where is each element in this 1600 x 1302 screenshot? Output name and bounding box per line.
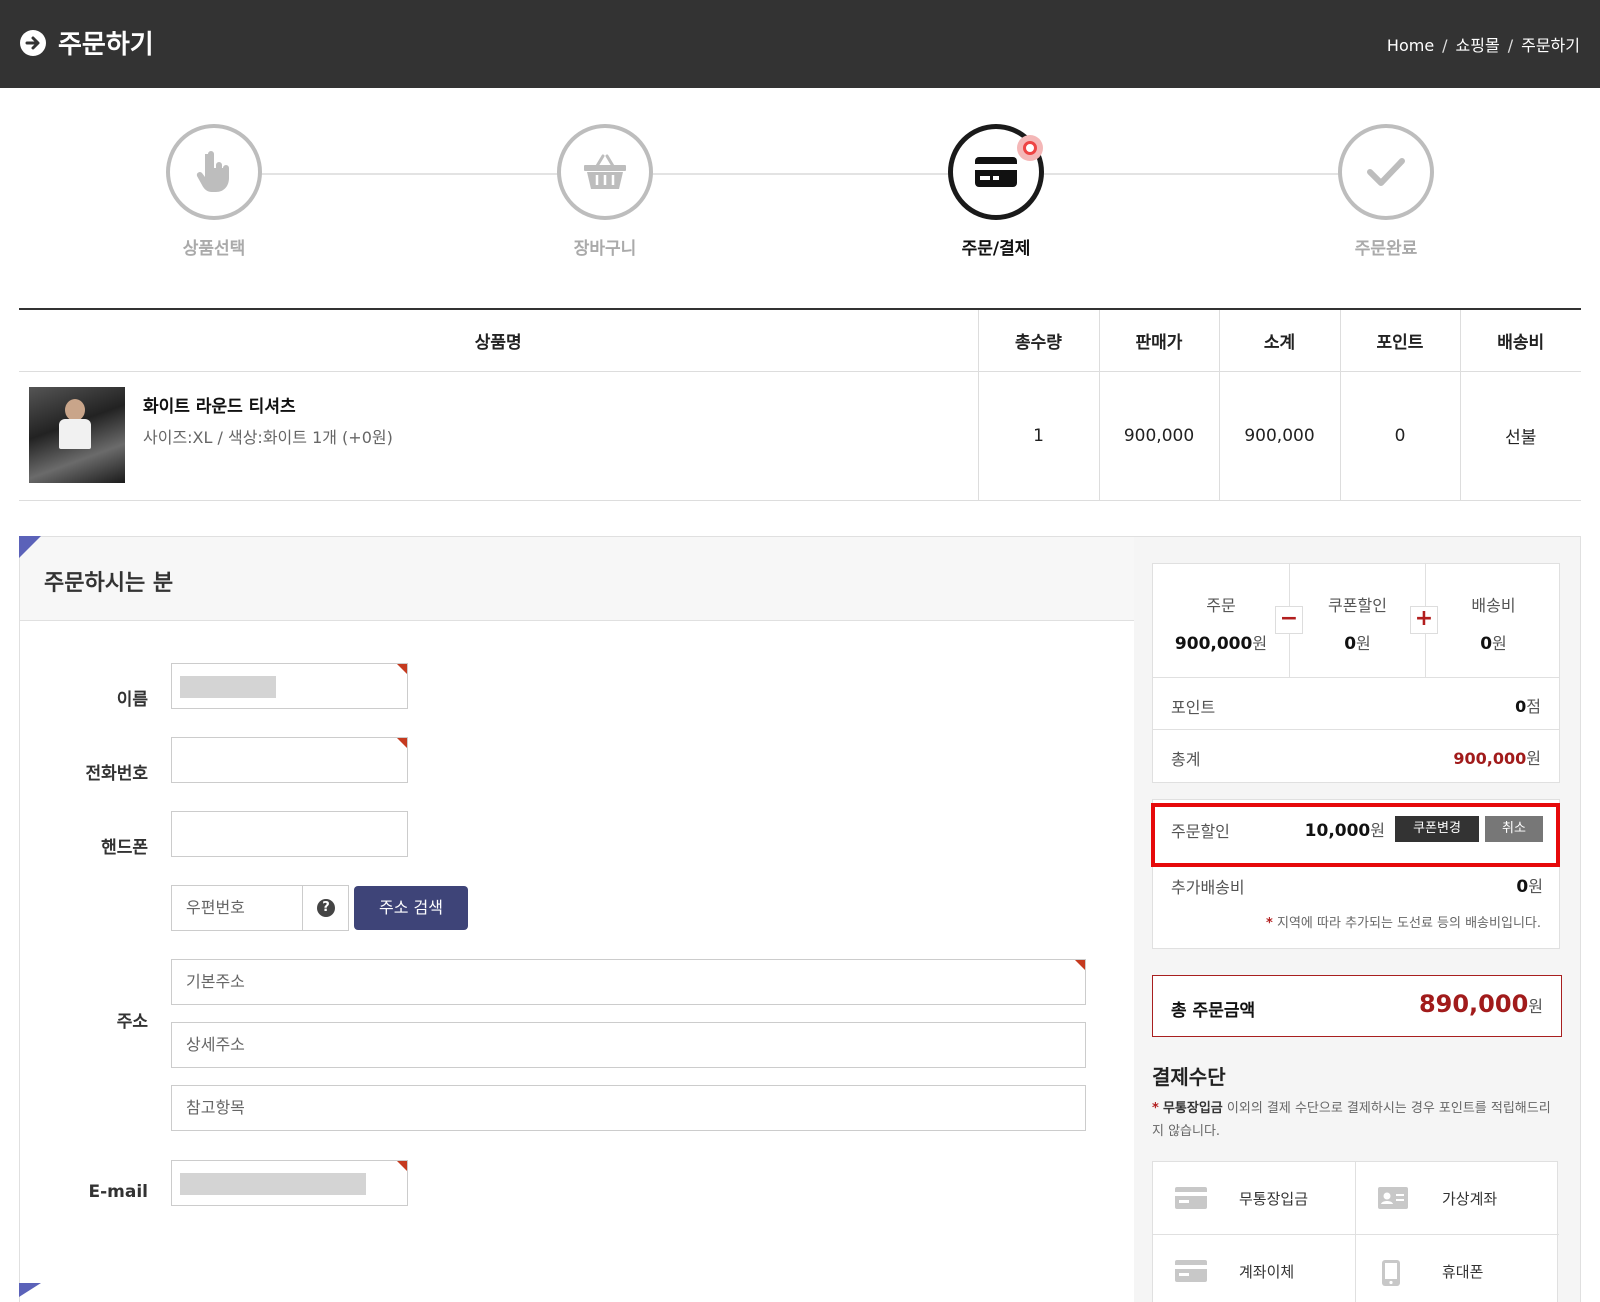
page-title: 주문하기 (58, 30, 154, 60)
summary-point-row: 포인트 0점 (1153, 678, 1559, 730)
cell-qty: 1 (977, 371, 1099, 501)
orderer-info-panel: 주문하시는 분 이름 전화번호 핸드폰 우편번호 ? 주소 검색 주소 기본주소… (19, 536, 1135, 1302)
email-field[interactable] (171, 1160, 408, 1206)
corner-decoration (19, 1283, 41, 1297)
breadcrumb-shop[interactable]: 쇼핑몰 (1456, 36, 1500, 55)
address-reference-field[interactable]: 참고항목 (171, 1085, 1086, 1131)
order-items-table: 상품명 총수량 판매가 소계 포인트 배송비 화이트 라운드 티셔츠 사이즈:X… (19, 308, 1581, 501)
transfer-card-icon (1175, 1260, 1207, 1286)
table-header-row: 상품명 총수량 판매가 소계 포인트 배송비 (19, 309, 1581, 372)
name-label: 이름 (116, 690, 148, 710)
zipcode-field[interactable]: 우편번호 (171, 885, 303, 931)
name-field[interactable] (171, 663, 408, 709)
col-header-shipping: 배송비 (1459, 309, 1581, 372)
order-steps: 상품선택 장바구니 주문/결제 주문완료 (0, 88, 1600, 308)
cell-shipping: 선불 (1459, 371, 1581, 501)
product-thumbnail[interactable] (29, 386, 125, 483)
address-basic-field[interactable]: 기본주소 (171, 959, 1086, 1005)
payment-method-virtual-account[interactable]: 가상계좌 (1356, 1162, 1558, 1234)
address-label: 주소 (116, 1012, 148, 1032)
cell-point: 0 (1339, 371, 1460, 501)
step-product-select: 상품선택 (134, 124, 294, 259)
product-name[interactable]: 화이트 라운드 티셔츠 (143, 392, 296, 417)
step-order-complete: 주문완료 (1306, 124, 1466, 259)
address-detail-field[interactable]: 상세주소 (171, 1022, 1086, 1068)
order-summary-panel: 주문 900,000원 쿠폰할인 0원 배송비 0원 − + 포인트 0점 총계… (1134, 536, 1581, 1302)
payment-method-mobile[interactable]: 휴대폰 (1356, 1235, 1558, 1302)
col-header-point: 포인트 (1339, 309, 1460, 372)
plus-icon: + (1410, 606, 1438, 634)
corner-decoration (19, 536, 41, 558)
table-row: 화이트 라운드 티셔츠 사이즈:XL / 색상:화이트 1개 (+0원) 1 9… (19, 371, 1581, 501)
steps-connector-line (214, 173, 1384, 175)
email-label: E-mail (88, 1182, 148, 1202)
cell-price: 900,000 (1098, 371, 1219, 501)
arrow-right-circle-icon (20, 30, 46, 56)
phone-label: 전화번호 (85, 764, 148, 784)
payment-method-bank-deposit[interactable]: 무통장입금 (1153, 1162, 1355, 1234)
coupon-cancel-button[interactable]: 취소 (1485, 816, 1543, 842)
section-title: 주문하시는 분 (44, 571, 174, 596)
question-icon: ? (317, 899, 335, 917)
breadcrumb: Home / 쇼핑몰 / 주문하기 (1386, 36, 1580, 55)
product-option: 사이즈:XL / 색상:화이트 1개 (+0원) (143, 427, 393, 447)
col-header-qty: 총수량 (977, 309, 1099, 372)
step-label: 상품선택 (182, 239, 246, 259)
step-label: 주문완료 (1354, 239, 1418, 259)
step-order-payment: 주문/결제 (916, 124, 1076, 259)
address-search-button[interactable]: 주소 검색 (354, 886, 468, 930)
step-label: 장바구니 (573, 239, 637, 259)
summary-coupon: 쿠폰할인 0원 (1289, 564, 1425, 678)
price-summary: 주문 900,000원 쿠폰할인 0원 배송비 0원 − + 포인트 0점 총계… (1152, 563, 1560, 783)
breadcrumb-home[interactable]: Home (1387, 36, 1434, 55)
step-cart: 장바구니 (525, 124, 685, 259)
active-indicator-icon (1017, 135, 1043, 161)
mobile-phone-icon (1382, 1260, 1400, 1290)
col-header-subtotal: 소계 (1218, 309, 1340, 372)
mobile-label: 핸드폰 (101, 838, 148, 858)
grand-total-value: 890,000 (1418, 990, 1529, 1018)
discount-box: 주문할인 10,000원 쿠폰변경 취소 추가배송비 0원 * 지역에 따라 추… (1152, 799, 1560, 949)
page-header: 주문하기 Home / 쇼핑몰 / 주문하기 (0, 0, 1600, 88)
step-label: 주문/결제 (961, 239, 1031, 259)
id-card-icon (1378, 1187, 1408, 1213)
phone-field[interactable] (171, 737, 408, 783)
summary-order: 주문 900,000원 (1174, 596, 1268, 654)
minus-icon: − (1275, 606, 1303, 634)
mobile-field[interactable] (171, 811, 408, 857)
payment-methods: 무통장입금 가상계좌 계좌이체 휴대폰 (1152, 1161, 1559, 1302)
bank-card-icon (1175, 1187, 1207, 1213)
summary-total-row: 총계 900,000원 (1171, 749, 1541, 769)
coupon-change-button[interactable]: 쿠폰변경 (1395, 816, 1479, 842)
grand-total-box: 총 주문금액 890,000원 (1152, 975, 1562, 1037)
col-header-product: 상품명 (19, 309, 978, 372)
col-header-price: 판매가 (1098, 309, 1219, 372)
breadcrumb-current: 주문하기 (1521, 36, 1580, 55)
extra-shipping-note: * 지역에 따라 추가되는 도선료 등의 배송비입니다. (1266, 916, 1541, 931)
payment-method-transfer[interactable]: 계좌이체 (1153, 1235, 1355, 1302)
summary-shipping: 배송비 0원 (1425, 564, 1561, 678)
zipcode-help-button[interactable]: ? (303, 885, 349, 931)
order-discount-row: 주문할인 10,000원 쿠폰변경 취소 (1153, 800, 1561, 856)
payment-title: 결제수단 (1152, 1065, 1226, 1089)
payment-note: * 무통장입금 이외의 결제 수단으로 결제하시는 경우 포인트를 적립해드리지… (1152, 1101, 1551, 1139)
cell-subtotal: 900,000 (1218, 371, 1340, 501)
